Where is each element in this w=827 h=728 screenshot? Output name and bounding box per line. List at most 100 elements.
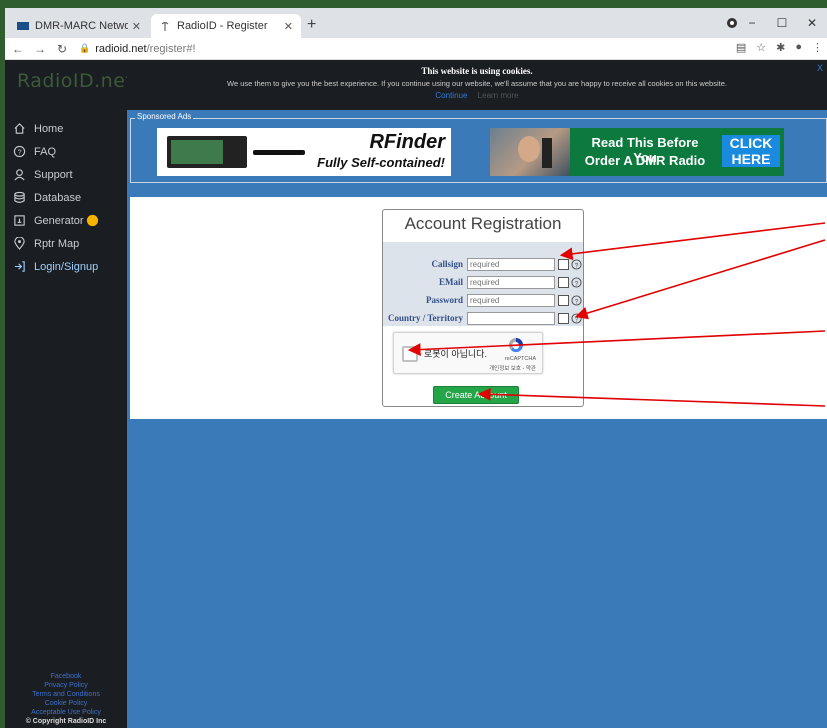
callsign-checkbox[interactable] <box>558 259 569 270</box>
cookie-continue-link[interactable]: Continue <box>435 91 467 100</box>
maximize-icon[interactable]: ☐ <box>767 16 797 30</box>
cookie-learn-more-link[interactable]: Learn more <box>478 91 519 100</box>
footer-link-privacy[interactable]: Privacy Policy <box>5 681 127 690</box>
sponsored-ads-label: Sponsored Ads <box>135 112 194 121</box>
form-title: Account Registration <box>404 214 562 233</box>
password-input[interactable] <box>467 294 555 307</box>
country-input[interactable] <box>467 312 555 325</box>
recaptcha-logo-icon <box>508 337 524 353</box>
question-icon: ? <box>13 145 26 158</box>
page-content: RadioID.net Home ? FAQ Support Database … <box>5 60 827 728</box>
footer-link-acceptable-use[interactable]: Acceptable Use Policy <box>5 708 127 717</box>
ad-rfinder[interactable]: RFinder Fully Self-contained! <box>157 128 451 176</box>
help-icon[interactable]: ? <box>571 295 582 306</box>
forward-icon[interactable]: → <box>31 42 49 56</box>
sidebar-item-login-signup[interactable]: Login/Signup <box>13 260 98 273</box>
new-badge-icon <box>86 214 98 227</box>
ad-rfinder-title: RFinder <box>369 131 445 153</box>
tab-dmr-marc[interactable]: DMR-MARC Network ✕ <box>9 14 149 38</box>
dmr-marc-favicon-icon <box>17 20 29 32</box>
support-icon <box>14 169 25 181</box>
tab-close-icon[interactable]: ✕ <box>132 20 141 33</box>
tab-close-icon[interactable]: ✕ <box>284 20 293 33</box>
tab-radioid-register[interactable]: RadioID - Register ✕ <box>151 14 301 38</box>
help-icon[interactable]: ? <box>571 277 582 288</box>
url-field[interactable]: 🔒 radioid.net/register#! <box>79 43 196 55</box>
minimize-icon[interactable]: − <box>737 16 767 30</box>
recaptcha-widget: 로봇이 아닙니다. reCAPTCHA 개인정보 보호 - 약관 <box>393 332 543 374</box>
country-label: Country / Territory <box>388 313 463 323</box>
generator-icon <box>14 215 25 226</box>
url-path: /register#! <box>146 42 196 55</box>
form-row-callsign: Callsign ? <box>383 258 583 272</box>
menu-kebab-icon[interactable]: ⋮ <box>812 41 823 54</box>
sidebar-item-database[interactable]: Database <box>13 191 81 204</box>
back-icon[interactable]: ← <box>9 42 27 56</box>
sidebar-item-label: Generator <box>34 214 84 227</box>
registration-form: Account Registration Callsign ? EMail ? … <box>382 209 584 407</box>
home-icon <box>14 123 25 134</box>
ad-click-here-button[interactable]: CLICK HERE <box>718 128 784 176</box>
tab-strip: DMR-MARC Network ✕ RadioID - Register ✕ … <box>5 8 827 38</box>
main-content: Account Registration Callsign ? EMail ? … <box>130 197 827 419</box>
extensions-puzzle-icon[interactable]: ✱ <box>776 41 785 54</box>
callsign-label: Callsign <box>431 259 463 269</box>
sidebar-item-rptr-map[interactable]: Rptr Map <box>13 237 79 250</box>
database-icon <box>14 191 25 203</box>
rfinder-screen-image <box>171 140 223 164</box>
password-label: Password <box>425 295 463 305</box>
form-row-password: Password ? <box>383 294 583 308</box>
cookie-banner: This website is using cookies. We use th… <box>127 60 827 110</box>
svg-text:?: ? <box>575 262 579 269</box>
recaptcha-brand: reCAPTCHA <box>504 356 536 362</box>
sidebar-item-label: FAQ <box>34 145 57 158</box>
new-tab-icon[interactable]: + <box>307 16 316 34</box>
browser-window: DMR-MARC Network ✕ RadioID - Register ✕ … <box>5 8 827 728</box>
bookmark-star-icon[interactable]: ☆ <box>756 41 766 54</box>
svg-text:?: ? <box>575 316 579 323</box>
sidebar-item-generator[interactable]: Generator <box>13 214 99 227</box>
sidebar-item-label: Rptr Map <box>34 237 80 250</box>
footer-link-cookie[interactable]: Cookie Policy <box>5 699 127 708</box>
sidebar-item-faq[interactable]: ? FAQ <box>13 145 56 158</box>
window-controls: − ☐ ✕ <box>737 8 827 38</box>
tab-title: DMR-MARC Network <box>35 20 128 32</box>
callsign-input[interactable] <box>467 258 555 271</box>
create-account-button[interactable]: Create Account <box>433 386 519 404</box>
recaptcha-checkbox[interactable] <box>402 346 418 362</box>
help-icon[interactable]: ? <box>571 259 582 270</box>
cookie-text: We use them to give you the best experie… <box>227 79 727 88</box>
cookie-title: This website is using cookies. <box>421 66 533 76</box>
footer-link-facebook[interactable]: Facebook <box>5 672 127 681</box>
svg-text:?: ? <box>17 147 21 156</box>
ad-cta-line-1: CLICK <box>722 135 780 151</box>
footer-link-terms[interactable]: Terms and Conditions <box>5 690 127 699</box>
site-logo[interactable]: RadioID.net <box>17 70 133 92</box>
sidebar-item-home[interactable]: Home <box>13 122 63 135</box>
country-checkbox[interactable] <box>558 313 569 324</box>
password-checkbox[interactable] <box>558 295 569 306</box>
url-host: radioid.net <box>95 42 147 55</box>
translate-icon[interactable]: ▤ <box>736 41 746 54</box>
help-icon[interactable]: ? <box>571 313 582 324</box>
recaptcha-privacy-terms[interactable]: 개인정보 보호 - 약관 <box>489 364 536 372</box>
sidebar-item-label: Login/Signup <box>34 260 99 273</box>
sponsored-ads: Sponsored Ads RFinder Fully Self-contain… <box>130 112 827 183</box>
cookie-close-icon[interactable]: X <box>817 63 823 73</box>
account-icon[interactable]: ● <box>795 41 802 54</box>
ad-dmr-radio[interactable]: Read This Before You Order A DMR Radio C… <box>490 128 784 176</box>
reload-icon[interactable]: ↻ <box>53 42 71 56</box>
email-input[interactable] <box>467 276 555 289</box>
sidebar-item-label: Support <box>34 168 73 181</box>
svg-text:?: ? <box>575 280 579 287</box>
radioid-favicon-icon <box>159 20 171 32</box>
map-pin-icon <box>14 237 25 250</box>
close-window-icon[interactable]: ✕ <box>797 16 827 30</box>
svg-text:?: ? <box>575 298 579 305</box>
lock-icon: 🔒 <box>79 43 91 53</box>
ad-line-2: Order A DMR Radio <box>584 153 706 168</box>
email-checkbox[interactable] <box>558 277 569 288</box>
login-icon <box>14 261 25 272</box>
sidebar: RadioID.net Home ? FAQ Support Database … <box>5 60 133 728</box>
sidebar-item-support[interactable]: Support <box>13 168 73 181</box>
